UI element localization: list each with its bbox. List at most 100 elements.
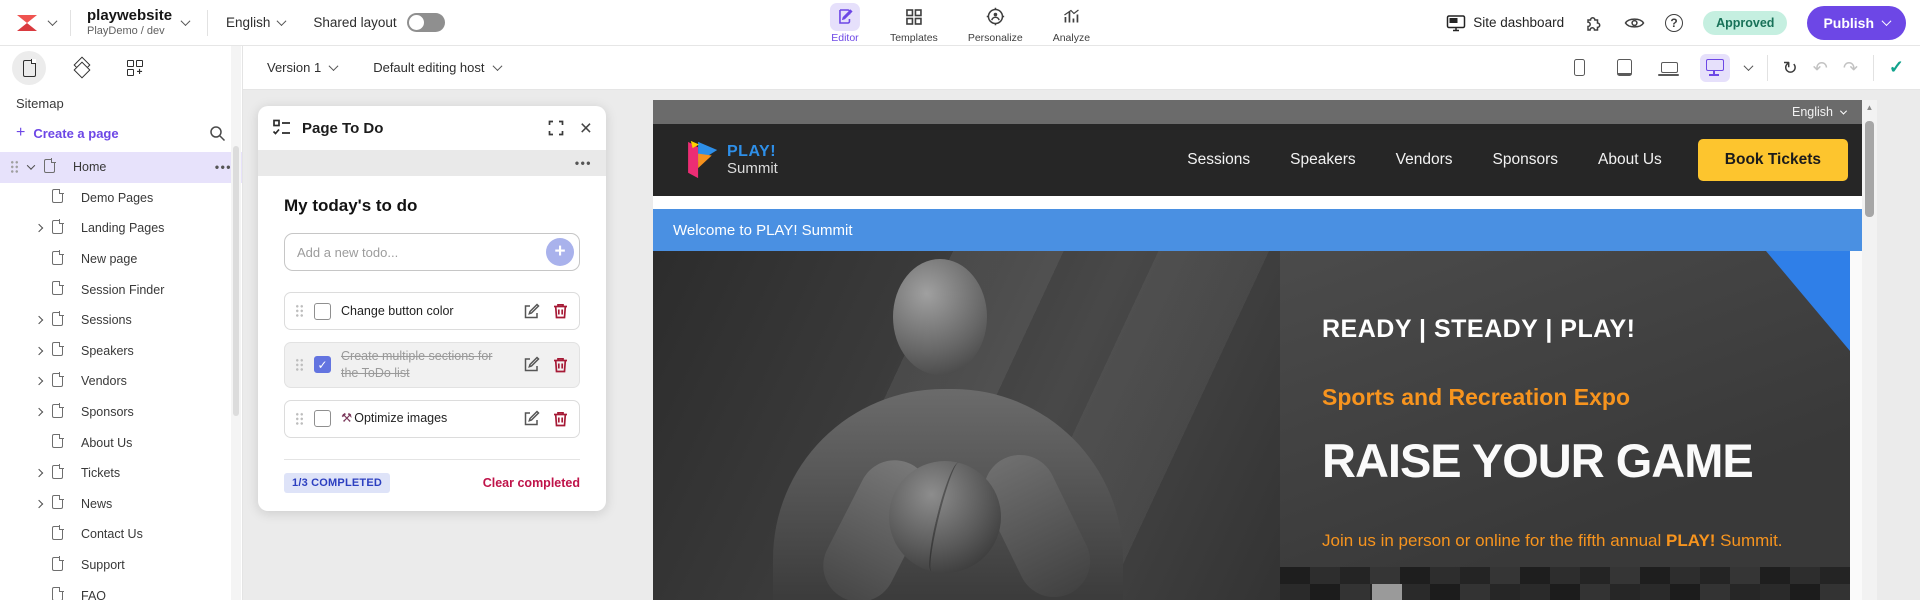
tab-editor[interactable]: Editor	[829, 2, 860, 44]
todo-checkbox[interactable]	[314, 410, 331, 428]
todo-checkbox[interactable]	[314, 302, 331, 320]
create-page-button[interactable]: + Create a page	[16, 124, 119, 142]
language-chevron-icon[interactable]	[276, 16, 287, 27]
scrollbar-thumb[interactable]	[1865, 121, 1874, 217]
trash-icon[interactable]	[552, 302, 569, 320]
editing-host-selector[interactable]: Default editing host	[373, 60, 502, 75]
sitemap-item-speakers[interactable]: Speakers	[0, 336, 242, 367]
sitemap-item-sponsors[interactable]: Sponsors	[0, 397, 242, 428]
logo-text: PLAY! Summit	[727, 143, 778, 177]
edit-icon[interactable]	[523, 356, 540, 373]
sitemap-item-sessions[interactable]: Sessions	[0, 305, 242, 336]
edit-icon[interactable]	[523, 410, 540, 427]
expand-icon[interactable]	[548, 120, 564, 136]
new-todo-input[interactable]	[297, 244, 546, 260]
device-tablet-button[interactable]	[1610, 54, 1640, 82]
search-pages-button[interactable]	[209, 125, 226, 142]
drag-handle-icon[interactable]	[295, 411, 304, 426]
sitemap-item-home[interactable]: Home •••	[0, 152, 242, 183]
sitemap-item-label: Sponsors	[81, 405, 134, 420]
chevron-right-icon[interactable]	[34, 468, 52, 478]
sitemap-item-demo-pages[interactable]: Demo Pages	[0, 183, 242, 214]
sitemap-item-news[interactable]: News	[0, 489, 242, 520]
sitemap-item-label: FAQ	[81, 588, 107, 600]
components-rail-button[interactable]	[65, 51, 99, 85]
preview-eye-icon[interactable]	[1624, 15, 1645, 31]
undo-icon[interactable]: ↶	[1813, 59, 1828, 77]
pages-rail-button[interactable]	[12, 51, 46, 85]
publish-button[interactable]: Publish	[1807, 5, 1906, 40]
drag-handle-icon[interactable]	[10, 160, 19, 175]
help-icon[interactable]: ?	[1665, 13, 1684, 32]
device-desktop-button[interactable]	[1699, 53, 1730, 82]
sitemap-item-support[interactable]: Support	[0, 550, 242, 581]
nav-item-sessions[interactable]: Sessions	[1187, 151, 1250, 169]
divider	[1872, 54, 1874, 81]
sitemap-item-faq[interactable]: FAQ	[0, 580, 242, 600]
refresh-icon[interactable]: ↻	[1783, 59, 1798, 77]
nav-item-speakers[interactable]: Speakers	[1290, 151, 1355, 169]
todo-checkbox[interactable]: ✓	[314, 356, 331, 374]
chevron-right-icon[interactable]	[34, 224, 52, 233]
close-icon[interactable]: ×	[580, 118, 592, 139]
chevron-right-icon[interactable]	[34, 316, 52, 325]
drag-handle-icon[interactable]	[295, 357, 304, 372]
sitecore-logo-icon[interactable]	[14, 10, 40, 36]
site-dashboard-button[interactable]: Site dashboard	[1446, 14, 1564, 32]
chevron-right-icon[interactable]	[34, 499, 52, 509]
chevron-right-icon[interactable]	[34, 407, 52, 417]
more-icon[interactable]: •••	[575, 156, 592, 170]
sitemap-item-landing-pages[interactable]: Landing Pages	[0, 213, 242, 244]
nav-item-vendors[interactable]: Vendors	[1396, 151, 1453, 169]
tab-label: Templates	[889, 31, 938, 44]
sitemap-item-label: New page	[81, 252, 138, 267]
language-selector[interactable]: English	[226, 15, 270, 30]
site-chevron-icon[interactable]	[180, 16, 191, 27]
sitemap-item-about-us[interactable]: About Us	[0, 427, 242, 458]
site-dashboard-label: Site dashboard	[1473, 15, 1565, 30]
drag-handle-icon[interactable]	[295, 304, 304, 318]
trash-icon[interactable]	[552, 410, 569, 428]
preview-scrollbar[interactable]: ▲	[1862, 100, 1877, 600]
redo-icon[interactable]: ↷	[1843, 59, 1858, 77]
site-switcher[interactable]: playwebsite PlayDemo / dev	[87, 7, 172, 38]
editor-icon	[829, 2, 860, 31]
play-summit-logo[interactable]: PLAY! Summit	[679, 139, 778, 181]
tab-personalize[interactable]: Personalize	[968, 3, 1023, 44]
add-component-rail-button[interactable]: +	[118, 51, 152, 85]
publish-chevron-icon	[1881, 16, 1892, 27]
extensions-icon[interactable]	[1584, 13, 1604, 33]
device-laptop-button[interactable]	[1655, 54, 1685, 82]
device-chevron-icon[interactable]	[1743, 61, 1754, 72]
scrollbar-thumb[interactable]	[233, 146, 239, 416]
preview-language-selector[interactable]: English	[1792, 105, 1833, 119]
more-icon[interactable]: •••	[215, 160, 232, 174]
device-phone-button[interactable]	[1565, 54, 1595, 82]
tab-templates[interactable]: Templates	[890, 3, 938, 44]
save-check-icon[interactable]: ✓	[1889, 57, 1904, 78]
tab-analyze[interactable]: Analyze	[1053, 3, 1090, 44]
edit-icon[interactable]	[523, 302, 540, 320]
nav-item-about-us[interactable]: About Us	[1598, 151, 1662, 169]
chevron-right-icon[interactable]	[34, 346, 52, 356]
sidebar-scrollbar[interactable]	[231, 46, 241, 600]
book-tickets-button[interactable]: Book Tickets	[1697, 139, 1848, 181]
trash-icon[interactable]	[552, 356, 569, 374]
sitemap-item-new-page[interactable]: New page	[0, 244, 242, 275]
new-todo-inputwrap: +	[284, 233, 580, 271]
nav-item-sponsors[interactable]: Sponsors	[1493, 151, 1558, 169]
chevron-down-icon[interactable]	[26, 161, 44, 171]
sitemap-item-session-finder[interactable]: Session Finder	[0, 274, 242, 305]
org-chevron-icon[interactable]	[47, 16, 58, 27]
clear-completed-link[interactable]: Clear completed	[483, 476, 580, 490]
version-selector[interactable]: Version 1	[267, 60, 339, 75]
scroll-up-icon[interactable]: ▲	[1862, 103, 1877, 112]
layers-icon	[73, 59, 91, 77]
shared-layout-toggle[interactable]	[406, 13, 445, 32]
sitemap-item-tickets[interactable]: Tickets	[0, 458, 242, 489]
chevron-right-icon[interactable]	[34, 377, 52, 386]
add-todo-button[interactable]: +	[546, 238, 574, 266]
welcome-banner[interactable]: Welcome to PLAY! Summit	[653, 209, 1862, 251]
sitemap-item-contact-us[interactable]: Contact Us	[0, 519, 242, 550]
sitemap-item-vendors[interactable]: Vendors	[0, 366, 242, 397]
